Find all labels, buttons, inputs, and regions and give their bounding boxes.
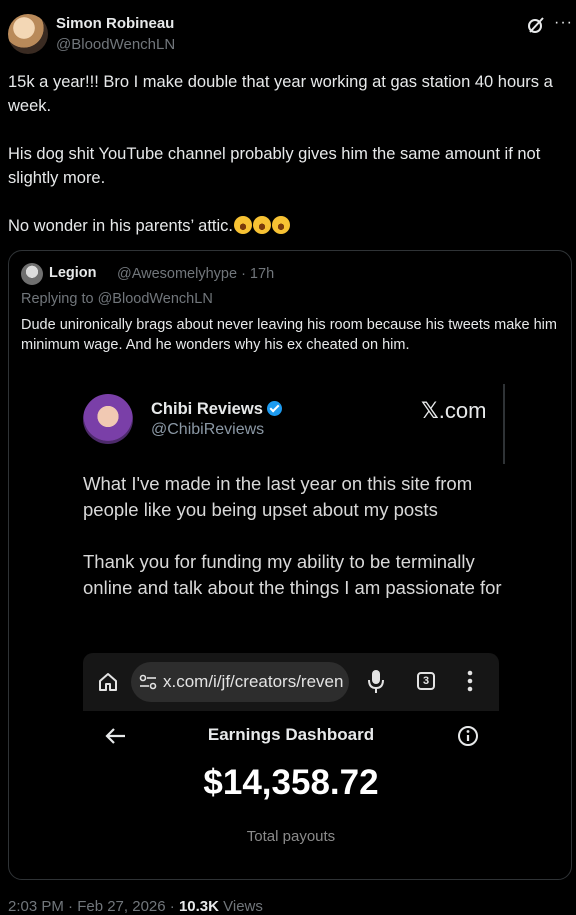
post-text-paragraph-1: 15k a year!!! Bro I make double that yea… [8,73,553,115]
screenshot-author-avatar [83,394,133,444]
post-text-paragraph-3-text: No wonder in his parents’ attic. [8,217,233,235]
browser-screenshot: x.com/i/jf/creators/reven 3 Earnings Das… [83,653,499,873]
author-name[interactable]: Simon Robineau [56,15,174,32]
views-count: 10.3K [178,898,219,915]
browser-toolbar: x.com/i/jf/creators/reven 3 [83,653,499,711]
screenshot-text-2: Thank you for funding my ability to be t… [83,551,502,598]
screenshot-author-name-row: Chibi Reviews [151,400,282,419]
laughing-emoji-icon [272,216,290,234]
total-payouts-label: Total payouts [246,828,336,845]
total-payouts-amount: $14,358.72 [203,763,379,802]
more-options-icon[interactable]: ··· [554,14,573,32]
url-field: x.com/i/jf/creators/reven [131,662,349,702]
browser-menu-icon [467,670,473,692]
post-text-paragraph-2: His dog shit YouTube channel probably gi… [8,145,541,187]
quoted-post-text: Dude unironically brags about never leav… [21,317,557,353]
quoted-reply-line: Replying to @BloodWenchLN [21,291,213,307]
reply-prefix: Replying to [21,291,94,307]
quoted-post-time: · 17h [241,266,275,282]
quoted-post-image[interactable]: Chibi Reviews @ChibiReviews 𝕏.com What I… [21,366,561,876]
microphone-icon [368,670,384,693]
tab-count-icon: 3 [417,672,435,690]
post-timestamp[interactable]: 2:03 PM · Feb 27, 2026 · [8,898,175,915]
site-label: .com [438,398,487,423]
info-icon [458,726,478,746]
screenshot-text-1: What I've made in the last year on this … [83,473,473,520]
views-label: Views [223,898,263,915]
grok-icon[interactable] [526,15,546,35]
laughing-emoji-icon [234,216,252,234]
author-handle[interactable]: @BloodWenchLN [56,36,175,53]
x-logo-watermark: 𝕏.com [421,398,486,424]
screenshot-author-name: Chibi Reviews [151,400,263,418]
scrollbar-divider [503,384,505,464]
home-icon [99,673,117,691]
quoted-author-handle: @Awesomelyhype [117,266,238,282]
quoted-author-meta: @Awesomelyhype · 17h [117,266,274,282]
post-text: 15k a year!!! Bro I make double that yea… [8,70,568,238]
quoted-post[interactable]: Legion @Awesomelyhype · 17h Replying to … [8,250,572,880]
screenshot-author-handle: @ChibiReviews [151,421,265,438]
laughing-emoji-icon [253,216,271,234]
verified-badge-icon [266,401,282,416]
x-logo-icon: 𝕏 [421,398,439,423]
reply-handle-link[interactable]: @BloodWenchLN [98,291,213,307]
post-text-paragraph-3: No wonder in his parents’ attic. [8,214,568,238]
quoted-author-name: Legion [49,265,97,281]
url-text: x.com/i/jf/creators/reven [163,672,344,691]
dashboard-title: Earnings Dashboard [207,725,375,744]
author-avatar[interactable] [8,14,48,54]
quoted-author-avatar [21,263,43,285]
post-metadata: 2:03 PM · Feb 27, 2026 · 10.3K Views [8,898,263,915]
site-settings-icon [139,674,157,690]
back-arrow-icon [105,728,125,744]
